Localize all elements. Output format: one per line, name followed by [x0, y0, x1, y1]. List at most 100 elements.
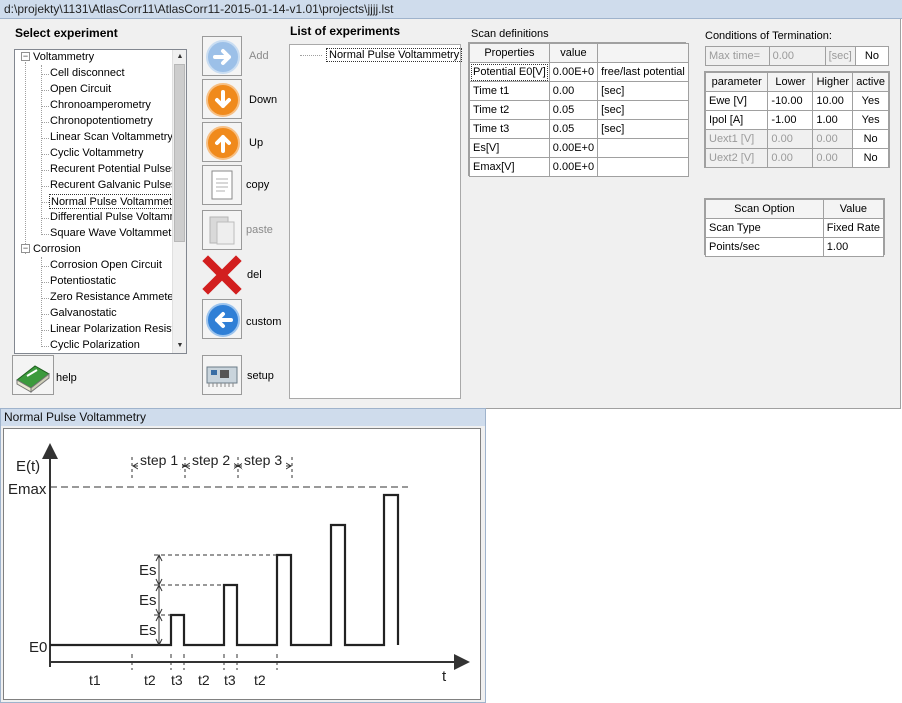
experiments-list[interactable]: Normal Pulse Voltammetry [289, 44, 463, 399]
delete-x-icon [202, 255, 242, 295]
scan-grid-cell[interactable]: 0.00E+0 [548, 62, 599, 82]
table-row: Points/sec 1.00 [705, 237, 885, 257]
scan-grid-header: Properties [469, 43, 550, 63]
tree-group-corrosion[interactable]: − Corrosion [21, 242, 81, 257]
tree-item[interactable]: Differential Pulse Voltammetry [50, 210, 173, 225]
collapse-toggle-icon[interactable]: − [21, 52, 30, 61]
termination-grid-cell[interactable]: 10.00 [812, 91, 854, 111]
termination-grid-cell[interactable]: 0.00 [812, 148, 854, 168]
scan-grid-cell[interactable]: 0.00E+0 [548, 157, 599, 177]
time-label-t3: t3 [171, 672, 183, 688]
scan-grid-cell: Time t3 [469, 119, 550, 139]
time-label-t2: t2 [254, 672, 266, 688]
tree-item[interactable]: Square Wave Voltammetry [50, 226, 173, 241]
help-button[interactable] [12, 355, 54, 395]
scan-definitions-label: Scan definitions [471, 28, 549, 40]
experiment-tree[interactable]: − Voltammetry Cell disconnect Open Circuit… [14, 49, 187, 354]
termination-grid-cell[interactable]: No [852, 148, 889, 168]
tree-item[interactable]: Recurent Potential Pulses [50, 162, 173, 177]
experiment-tree-content: − Voltammetry Cell disconnect Open Circuit… [15, 50, 173, 353]
termination-grid[interactable]: parameter Lower Higher active Ewe [V] -10.00 1… [704, 72, 889, 168]
y-axis-label: E(t) [16, 458, 40, 475]
scroll-up-icon[interactable]: ▲ [173, 50, 186, 64]
termination-grid-cell: Ipol [A] [704, 110, 769, 130]
scan-option-header: Value [822, 199, 885, 219]
experiment-list-item[interactable]: Normal Pulse Voltammetry [326, 48, 463, 62]
scan-definitions-grid[interactable]: Properties value Potential E0[V] 0.00E+0 fre… [469, 43, 689, 177]
custom-button-label: custom [246, 316, 282, 328]
scrollbar-thumb[interactable] [174, 64, 185, 242]
add-button[interactable] [202, 36, 242, 76]
termination-grid-cell: Uext2 [V] [704, 148, 769, 168]
scan-grid-cell[interactable]: 0.05 [548, 119, 599, 139]
pulse-waveform [50, 493, 400, 647]
scan-grid-cell[interactable]: 0.00E+0 [548, 138, 599, 158]
tree-item[interactable]: Cyclic Voltammetry [50, 146, 144, 161]
tree-item[interactable]: Linear Polarization Resistance [50, 322, 173, 337]
setup-button[interactable] [202, 355, 242, 395]
add-button-label: Add [249, 50, 269, 62]
scan-grid-cell[interactable]: 0.05 [548, 100, 599, 120]
tree-scrollbar[interactable]: ▲ ▼ [172, 50, 186, 353]
collapse-toggle-icon[interactable]: − [21, 244, 30, 253]
es-label: Es [139, 592, 157, 609]
termination-grid-cell[interactable]: Yes [852, 91, 889, 111]
up-button[interactable] [202, 122, 242, 162]
tree-item[interactable]: Cell disconnect [50, 66, 125, 81]
termination-grid-cell[interactable]: 0.00 [812, 129, 854, 149]
termination-grid-cell[interactable]: No [852, 129, 889, 149]
setup-button-label: setup [247, 370, 274, 382]
tree-item[interactable]: Chronoamperometry [50, 98, 151, 113]
scan-grid-cell[interactable]: 0.00 [548, 81, 599, 101]
copy-icon [211, 170, 233, 200]
max-time-active[interactable]: No [854, 46, 890, 66]
custom-button[interactable] [202, 299, 242, 339]
window-titlebar: d:\projekty\1131\AtlasCorr11\AtlasCorr11… [0, 0, 902, 19]
del-button[interactable] [202, 255, 242, 295]
termination-grid-cell[interactable]: 0.00 [767, 148, 814, 168]
scan-grid-header: value [548, 43, 599, 63]
scan-option-cell[interactable]: Fixed Rate [822, 218, 885, 238]
termination-grid-cell[interactable]: 0.00 [767, 129, 814, 149]
tree-group-voltammetry[interactable]: − Voltammetry [21, 50, 94, 65]
tree-item[interactable]: Recurent Galvanic Pulses [50, 178, 173, 193]
termination-grid-header: Lower [767, 72, 814, 92]
diagram-window: Normal Pulse Voltammetry E(t) Emax E0 t … [0, 408, 486, 703]
tree-item[interactable]: Corrosion Open Circuit [50, 258, 162, 273]
arrow-up-icon [206, 126, 240, 160]
tree-item[interactable]: Linear Scan Voltammetry [50, 130, 173, 145]
diagram-titlebar: Normal Pulse Voltammetry [1, 409, 485, 426]
tree-item[interactable]: Potentiostatic [50, 274, 116, 289]
table-row: Emax[V] 0.00E+0 [469, 157, 689, 177]
tree-item[interactable]: Open Circuit [50, 82, 111, 97]
scan-option-cell[interactable]: 1.00 [822, 237, 885, 257]
table-row: Time t3 0.05 [sec] [469, 119, 689, 139]
max-time-grid[interactable]: Max time= 0.00 [sec] No [705, 46, 890, 66]
termination-grid-cell[interactable]: -10.00 [767, 91, 814, 111]
scan-grid-cell: free/last potential [597, 62, 689, 82]
scroll-down-icon[interactable]: ▼ [173, 339, 186, 353]
termination-label: Conditions of Termination: [705, 30, 832, 42]
scan-grid-cell: Time t2 [469, 100, 550, 120]
tree-item[interactable]: Chronopotentiometry [50, 114, 153, 129]
max-time-value[interactable]: 0.00 [768, 46, 826, 66]
termination-grid-cell[interactable]: -1.00 [767, 110, 814, 130]
termination-grid-cell[interactable]: Yes [852, 110, 889, 130]
tree-item[interactable]: Cyclic Polarization [50, 338, 140, 353]
down-button[interactable] [202, 79, 242, 119]
select-experiment-label: Select experiment [15, 26, 118, 40]
tree-item[interactable]: Normal Pulse Voltammetry [49, 194, 173, 209]
paste-icon [209, 216, 235, 245]
scan-grid-header [597, 43, 689, 63]
table-row: Uext2 [V] 0.00 0.00 No [704, 148, 889, 168]
copy-button[interactable] [202, 165, 242, 205]
paste-button[interactable] [202, 210, 242, 250]
circuit-board-icon [206, 366, 238, 387]
termination-grid-cell[interactable]: 1.00 [812, 110, 854, 130]
table-row: Time t2 0.05 [sec] [469, 100, 689, 120]
scan-option-grid[interactable]: Scan Option Value Scan Type Fixed Rate Point… [705, 199, 885, 257]
arrow-left-icon [206, 303, 240, 337]
tree-item[interactable]: Zero Resistance Ammeter [50, 290, 173, 305]
scan-grid-cell: Es[V] [469, 138, 550, 158]
tree-item[interactable]: Galvanostatic [50, 306, 117, 321]
